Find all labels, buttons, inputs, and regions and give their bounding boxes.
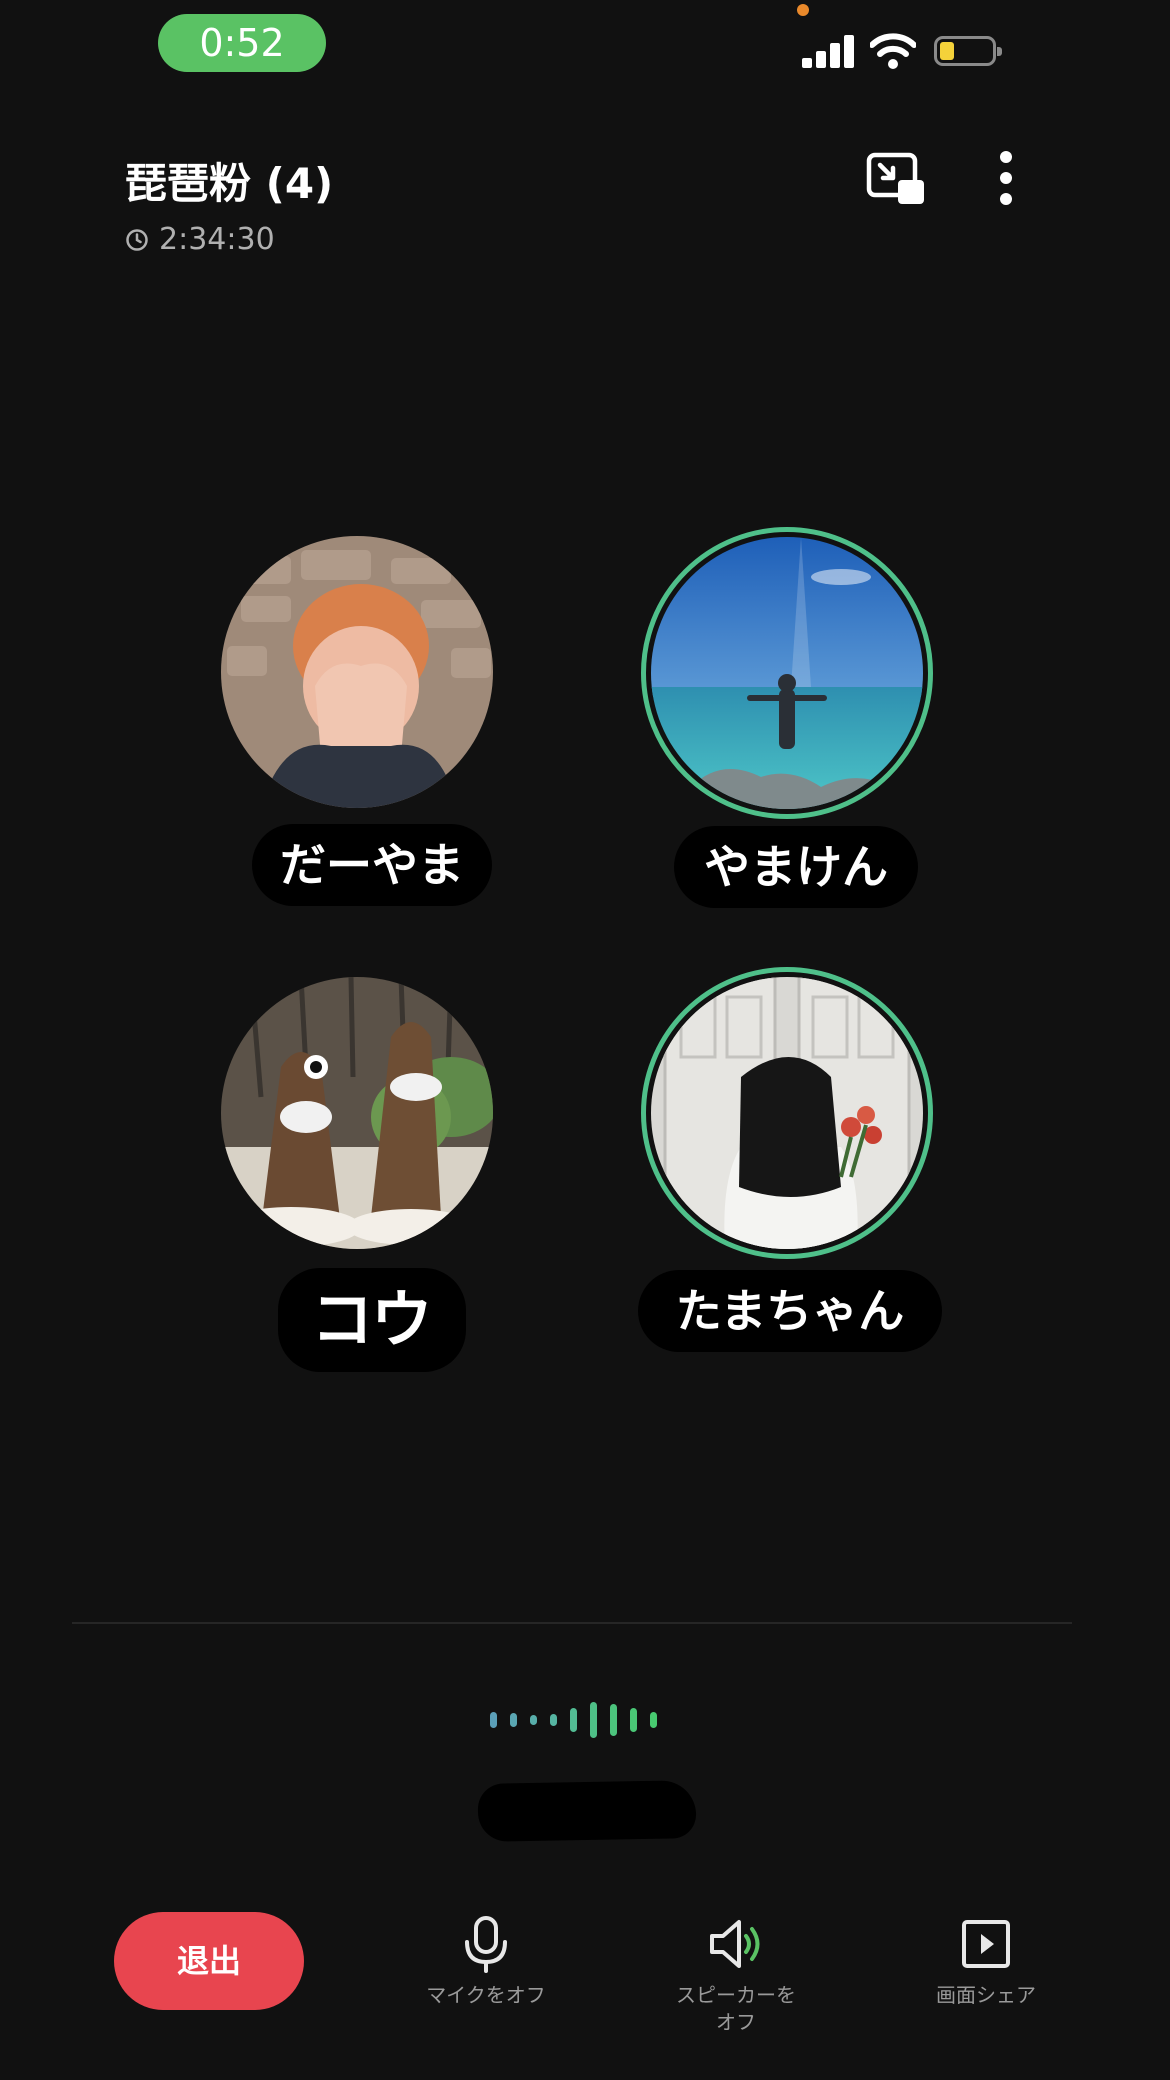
leave-button[interactable]: 退出 — [114, 1912, 304, 2010]
battery-icon — [934, 36, 1002, 66]
redacted-text — [477, 1780, 697, 1842]
participant-name: だーやま — [252, 824, 492, 906]
call-duration-text: 2:34:30 — [159, 222, 275, 257]
participant-tile[interactable]: たまちゃん — [638, 964, 958, 1352]
picture-in-picture-button[interactable] — [866, 152, 926, 206]
avatar — [221, 536, 493, 808]
picture-in-picture-icon — [866, 152, 924, 204]
avatar — [221, 977, 493, 1249]
screen-share-icon — [962, 1920, 1010, 1968]
screen-share-button[interactable]: 画面シェア — [901, 1914, 1071, 2009]
avatar — [651, 977, 923, 1249]
cellular-signal-icon — [802, 34, 858, 68]
participant-tile[interactable]: コウ — [218, 972, 538, 1372]
mic-toggle-button[interactable]: マイクをオフ — [401, 1914, 571, 2009]
participant-tile[interactable]: だーやま — [218, 530, 538, 906]
speaker-toggle-button[interactable]: スピーカーを オフ — [651, 1914, 821, 2036]
more-options-button[interactable] — [996, 150, 1016, 206]
speaker-toggle-label: スピーカーを オフ — [651, 1982, 821, 2036]
participant-name: やまけん — [674, 826, 918, 908]
participant-name: たまちゃん — [638, 1270, 942, 1352]
divider — [72, 1622, 1072, 1624]
participant-name: コウ — [278, 1268, 466, 1372]
speaker-toggle-label-line2: オフ — [716, 2010, 756, 2034]
clock-icon — [126, 228, 148, 251]
audio-level-indicator — [486, 1700, 666, 1740]
call-duration: 2:34:30 — [125, 222, 275, 257]
speaker-icon — [710, 1920, 760, 1968]
call-title: 琵琶粉 (4) — [125, 159, 334, 208]
participant-tile[interactable]: やまけん — [638, 524, 958, 908]
wifi-icon — [870, 33, 916, 69]
more-vertical-icon — [1000, 151, 1012, 205]
microphone-icon — [465, 1916, 507, 1973]
mic-toggle-label: マイクをオフ — [426, 1983, 546, 2007]
speaker-toggle-label-line1: スピーカーを — [676, 1983, 796, 2007]
screen-share-label: 画面シェア — [936, 1983, 1036, 2007]
camera-indicator-dot — [797, 4, 809, 16]
status-time: 0:52 — [158, 14, 326, 72]
avatar — [651, 537, 923, 809]
